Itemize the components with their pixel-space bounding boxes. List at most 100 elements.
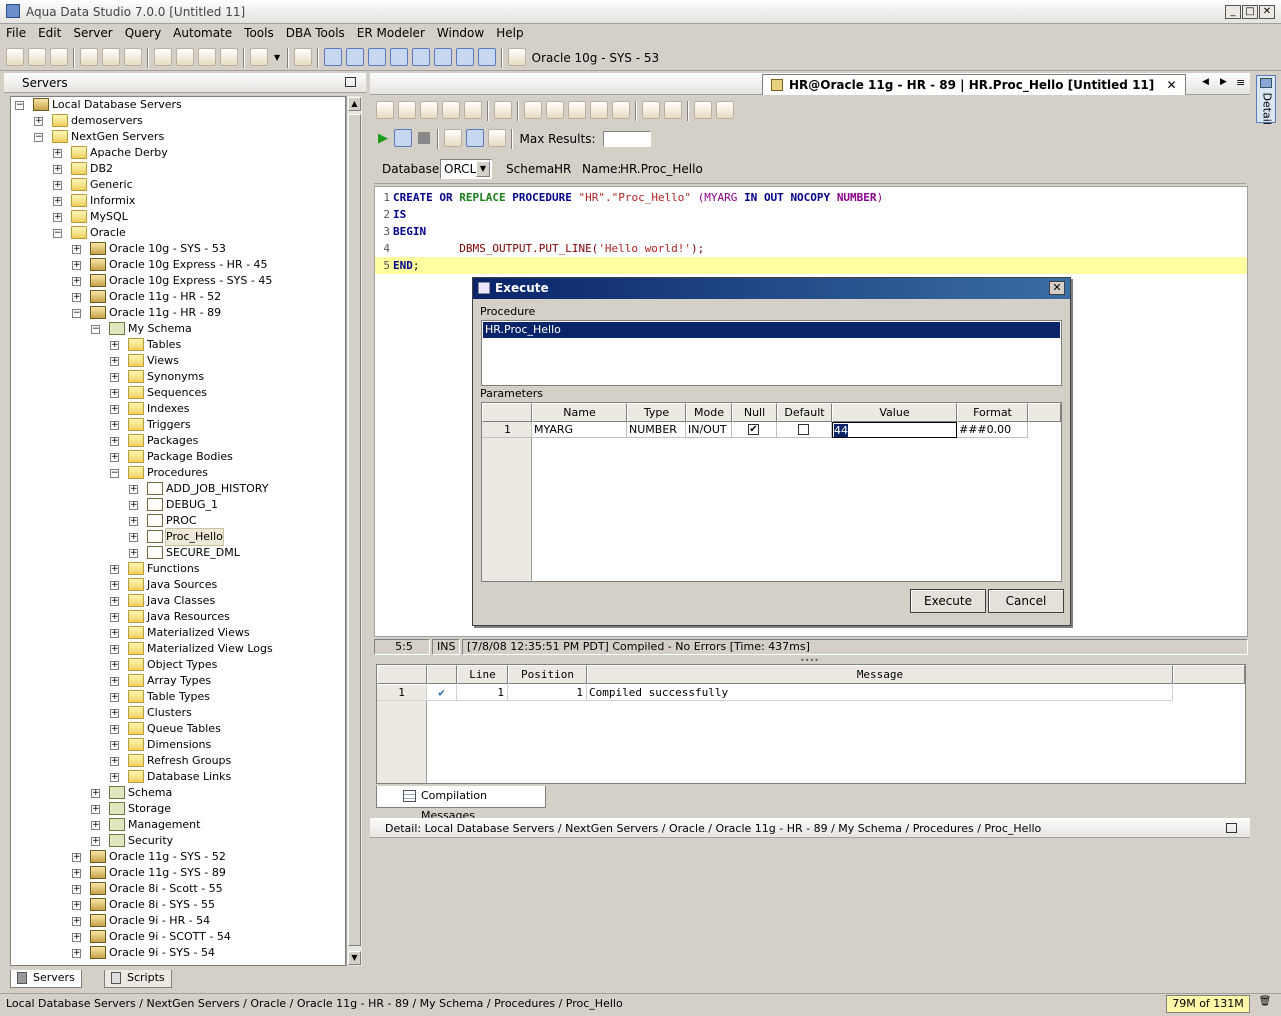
expand-icon[interactable]: + [110,389,119,398]
tree-item[interactable]: + Materialized View Logs [110,641,341,657]
server-properties-icon[interactable] [50,48,68,66]
expand-icon[interactable]: + [129,501,138,510]
collapse-icon[interactable]: − [34,133,43,142]
expand-icon[interactable]: + [72,261,81,270]
compile-icon[interactable] [444,129,462,147]
tree-item[interactable]: + Java Resources [110,609,341,625]
tree-item[interactable]: + Materialized Views [110,625,341,641]
grid-results-icon[interactable] [466,129,484,147]
parameters-grid[interactable]: Name Type Mode Null Default Value Format… [481,402,1062,582]
param-header-default[interactable]: Default [777,403,832,422]
minimize-button[interactable]: _ [1225,5,1241,19]
collapse-icon[interactable]: − [91,325,100,334]
expand-icon[interactable]: + [110,613,119,622]
tab-right-icon[interactable]: ▶ [1220,77,1227,87]
open-recent-icon[interactable] [398,101,416,119]
expand-icon[interactable]: + [91,821,100,830]
tree-item[interactable]: + Triggers [110,417,341,433]
expand-icon[interactable]: + [72,853,81,862]
tree-item[interactable]: + Package Bodies [110,449,341,465]
tree-item[interactable]: + SECURE_DML [129,545,341,561]
layout-8-icon[interactable] [478,48,497,66]
tree-item[interactable]: + PROC [129,513,341,529]
save-icon[interactable] [420,101,438,119]
scroll-down-icon[interactable]: ▼ [348,951,361,965]
current-server-label[interactable]: Oracle 10g - SYS - 53 [532,51,660,65]
tree-item[interactable]: + Synonyms [110,369,341,385]
layout-2-icon[interactable] [346,48,365,66]
save-as-icon[interactable] [442,101,460,119]
database-dropdown-icon[interactable]: ▼ [476,161,490,177]
tree-item[interactable]: + Clusters [110,705,341,721]
expand-icon[interactable]: + [110,581,119,590]
tree-item[interactable]: + Apache Derby [53,145,341,161]
paste-icon[interactable] [568,101,586,119]
tree-item[interactable]: + Object Types [110,657,341,673]
menu-er-modeler[interactable]: ER Modeler [351,24,431,42]
expand-icon[interactable]: + [72,885,81,894]
tree-item[interactable]: − NextGen Servers [34,129,341,145]
expand-icon[interactable]: + [110,357,119,366]
disconnect-icon[interactable] [102,48,120,66]
layout-5-icon[interactable] [412,48,431,66]
tree-item[interactable]: + Java Classes [110,593,341,609]
tab-list-icon[interactable]: ≡ [1236,76,1245,89]
expand-icon[interactable]: + [110,453,119,462]
expand-icon[interactable]: + [72,917,81,926]
layout-3-icon[interactable] [368,48,387,66]
compare-icon[interactable] [694,101,712,119]
menu-file[interactable]: File [0,24,32,42]
expand-icon[interactable]: + [72,901,81,910]
memory-indicator[interactable]: 79M of 131M [1166,995,1250,1013]
cut-icon[interactable] [524,101,542,119]
execute-procedure-icon[interactable] [394,129,412,147]
tree-item[interactable]: + Indexes [110,401,341,417]
expand-icon[interactable]: + [72,293,81,302]
tree-item[interactable]: − My Schema [91,321,341,337]
tree-item[interactable]: + Views [110,353,341,369]
query-analyzer-icon[interactable] [176,48,194,66]
expand-icon[interactable]: + [110,725,119,734]
expand-icon[interactable]: + [110,757,119,766]
side-tab-detail[interactable]: Detail [1256,75,1276,125]
tree-item[interactable]: + DEBUG_1 [129,497,341,513]
editor-tab[interactable]: HR@Oracle 11g - HR - 89 | HR.Proc_Hello … [762,74,1186,95]
param-header-format[interactable]: Format [957,403,1028,422]
tree-item[interactable]: + Oracle 11g - HR - 52 [72,289,341,305]
layout-1-icon[interactable] [324,48,343,66]
tree-item[interactable]: + Oracle 10g Express - HR - 45 [72,257,341,273]
table-editor-icon[interactable] [220,48,238,66]
tree-item[interactable]: + Storage [91,801,341,817]
tree-item[interactable]: + Java Sources [110,577,341,593]
expand-icon[interactable]: + [91,805,100,814]
dropdown-arrow-icon[interactable]: ▼ [274,53,280,62]
collapse-icon[interactable]: − [72,309,81,318]
tree-item[interactable]: + Oracle 10g - SYS - 53 [72,241,341,257]
dialog-close-button[interactable]: ✕ [1049,281,1065,295]
tree-item[interactable]: + Dimensions [110,737,341,753]
close-tab-icon[interactable]: ✕ [1166,78,1176,92]
database-select[interactable]: ORCL ▼ [440,159,492,179]
tree-item[interactable]: + Array Types [110,673,341,689]
execute-button[interactable]: Execute [910,589,986,613]
scroll-thumb[interactable] [348,114,361,946]
tree-item[interactable]: + Oracle 9i - HR - 54 [72,913,341,929]
maximize-button[interactable]: □ [1242,5,1258,19]
expand-icon[interactable]: + [110,405,119,414]
tree-item[interactable]: + Functions [110,561,341,577]
param-header-null[interactable]: Null [732,403,777,422]
tree-item[interactable]: + Oracle 8i - SYS - 55 [72,897,341,913]
tree-item[interactable]: + MySQL [53,209,341,225]
tree-item[interactable]: + Oracle 11g - SYS - 52 [72,849,341,865]
tree-item[interactable]: + DB2 [53,161,341,177]
expand-icon[interactable]: + [72,245,81,254]
param-default-checkbox[interactable] [798,424,809,435]
register-server-icon[interactable] [28,48,46,66]
close-window-button[interactable]: ✕ [1259,5,1275,19]
open-icon[interactable] [376,101,394,119]
expand-icon[interactable]: + [129,533,138,542]
tree-item[interactable]: + Queue Tables [110,721,341,737]
menu-tools[interactable]: Tools [238,24,280,42]
column-header-position[interactable]: Position [508,665,587,684]
scripts-icon[interactable] [250,48,268,66]
